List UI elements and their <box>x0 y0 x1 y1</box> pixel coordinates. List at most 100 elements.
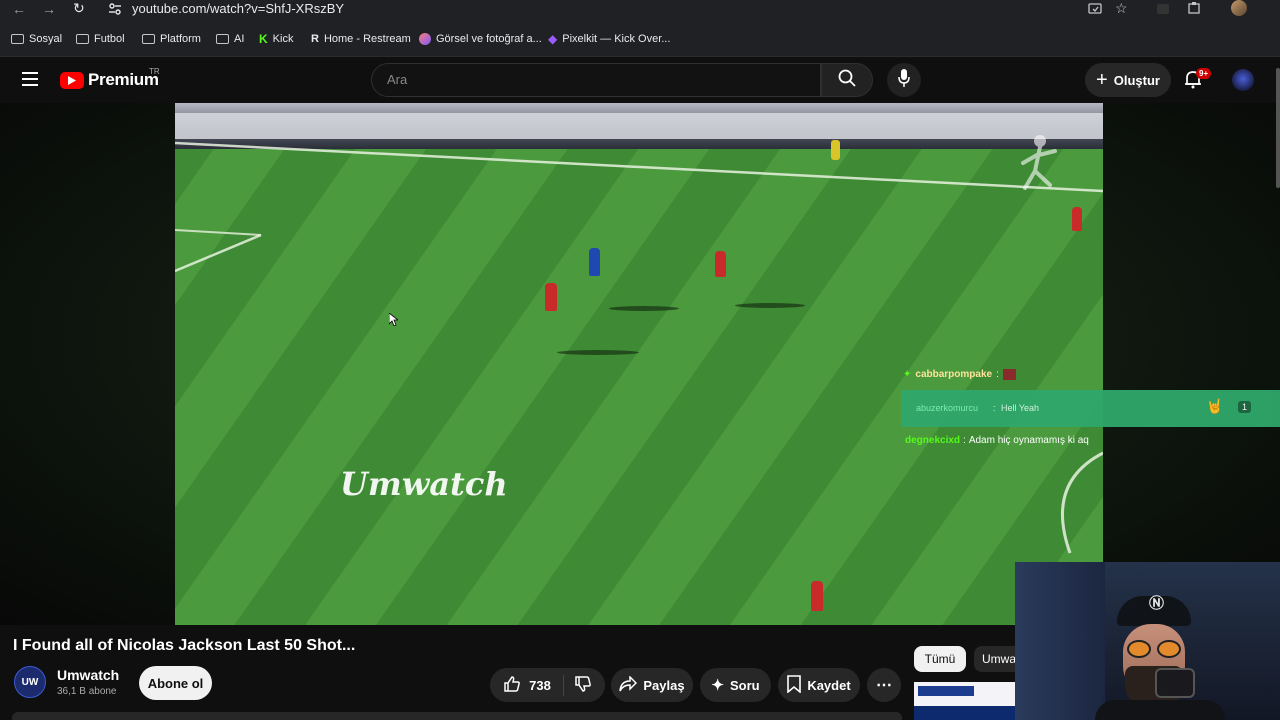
player-figure <box>545 283 557 311</box>
chat-username: degnekcixd <box>905 435 961 446</box>
chat-text: Hell Yeah <box>1001 403 1040 413</box>
extensions-puzzle-icon[interactable] <box>1187 1 1201 20</box>
bookmark-restream[interactable]: R Home - Restream <box>311 28 411 50</box>
page-scrollbar[interactable] <box>1276 68 1280 188</box>
voice-search-button[interactable] <box>887 63 921 97</box>
save-label: Kaydet <box>807 677 851 693</box>
pixelkit-icon: ◆ <box>548 32 558 46</box>
address-bar[interactable]: youtube.com/watch?v=ShfJ-XRszBY <box>132 1 344 16</box>
dislike-button[interactable] <box>570 675 592 696</box>
description-box[interactable] <box>12 712 902 720</box>
plus-icon: + <box>1096 69 1108 91</box>
ask-label: Soru <box>729 677 760 693</box>
folder-icon <box>142 34 155 44</box>
bookmark-label: Görsel ve fotoğraf a... <box>436 33 542 45</box>
chat-username: abuzerkomurcu <box>916 403 979 413</box>
emote-icon <box>1002 369 1016 380</box>
player-figure <box>589 248 600 276</box>
bookmark-label: AI <box>234 33 245 45</box>
bookmark-icon <box>787 674 802 696</box>
cap-logo-icon: Ⓝ <box>1149 595 1165 612</box>
extension-icon[interactable] <box>1157 4 1169 14</box>
message-count-badge: 1 <box>1238 401 1252 413</box>
player-figure <box>715 251 726 277</box>
region-code: TR <box>149 67 160 76</box>
youtube-play-icon <box>60 71 84 89</box>
search-button[interactable] <box>821 63 873 97</box>
like-dislike-group: 738 <box>490 668 605 702</box>
chat-text: Adam hiç oynamamış ki aq <box>968 435 1089 446</box>
search-icon <box>838 69 856 92</box>
channel-name[interactable]: Umwatch <box>57 667 119 683</box>
more-dots-icon: ⋯ <box>876 677 892 694</box>
thumbs-up-icon <box>503 675 521 696</box>
forward-icon[interactable]: → <box>42 1 56 17</box>
glasses-lens-icon <box>1157 640 1181 658</box>
player-figure <box>811 581 823 611</box>
create-button[interactable]: + Oluştur <box>1085 63 1171 97</box>
webcam-overlay: Ⓝ <box>1015 562 1280 720</box>
video-player[interactable]: Umwatch <box>175 103 1103 625</box>
thumbs-down-icon <box>574 675 592 696</box>
chat-separator: : <box>996 369 999 380</box>
channel-watermark-logo <box>995 133 1075 203</box>
chip-all[interactable]: Tümü <box>914 646 966 672</box>
thumbnail-logo <box>918 686 974 696</box>
pitch-lines <box>175 141 1103 554</box>
profile-avatar[interactable] <box>1231 0 1247 16</box>
bookmark-futbol[interactable]: Futbol <box>76 28 125 50</box>
youtube-logo[interactable]: Premium <box>60 70 159 90</box>
player-figure <box>1072 207 1082 231</box>
save-button[interactable]: Kaydet <box>778 668 860 702</box>
bookmark-label: Platform <box>160 33 201 45</box>
reload-icon[interactable]: ↻ <box>73 0 85 17</box>
glasses-lens-icon <box>1127 640 1151 658</box>
mouse-cursor-icon <box>388 312 400 331</box>
chat-separator: : <box>993 403 996 413</box>
folder-icon <box>11 34 24 44</box>
bookmark-label: Kick <box>272 33 294 45</box>
restream-icon: R <box>311 33 319 45</box>
overlay-chat-message: degnekcixd : Adam hiç oynamamış ki aq <box>905 435 1089 446</box>
menu-icon[interactable] <box>22 72 38 91</box>
overlay-chat-message: ✦ cabbarpompake : <box>903 369 1016 380</box>
player-shadow <box>557 350 639 355</box>
bookmark-label: Futbol <box>94 33 125 45</box>
webcam-shirt <box>1095 700 1225 720</box>
like-count: 738 <box>529 677 551 693</box>
subscriber-count: 36,1 B abone <box>57 686 117 697</box>
bookmark-label: Pixelkit — Kick Over... <box>562 33 671 45</box>
ask-button[interactable]: ✦ Soru <box>700 668 771 702</box>
microphone-icon <box>898 68 910 92</box>
bookmark-gorsel[interactable]: Görsel ve fotoğraf a... <box>419 28 542 50</box>
browser-toolbar: ← → ↻ youtube.com/watch?v=ShfJ-XRszBY ☆ <box>0 0 1280 22</box>
share-icon <box>619 674 638 695</box>
bookmark-platform[interactable]: Platform <box>142 28 201 50</box>
sparkle-icon: ✦ <box>711 677 724 694</box>
share-button[interactable]: Paylaş <box>611 668 693 702</box>
recommended-video-thumbnail[interactable] <box>914 682 1016 720</box>
account-avatar[interactable] <box>1232 69 1254 91</box>
subscribe-button[interactable]: Abone ol <box>139 666 212 700</box>
chat-username: cabbarpompake <box>915 369 993 380</box>
search-input[interactable]: Ara <box>371 63 821 97</box>
bookmark-ai[interactable]: AI <box>216 28 244 50</box>
bookmark-star-icon[interactable]: ☆ <box>1115 0 1128 17</box>
site-settings-icon[interactable] <box>108 2 122 16</box>
like-button[interactable]: 738 <box>503 674 564 696</box>
player-shadow <box>609 306 679 311</box>
bookmark-label: Home - Restream <box>323 33 411 45</box>
bookmarks-bar: Sosyal Futbol Platform AI K Kick R Home … <box>0 22 1280 57</box>
player-shadow <box>735 303 805 308</box>
back-icon[interactable]: ← <box>12 1 26 17</box>
webcam-background-wall <box>1015 562 1105 720</box>
create-label: Oluştur <box>1113 72 1160 88</box>
bookmark-sosyal[interactable]: Sosyal <box>11 28 62 50</box>
bookmark-kick[interactable]: K Kick <box>259 28 293 50</box>
folder-icon <box>76 34 89 44</box>
cast-icon[interactable] <box>1088 2 1102 21</box>
more-actions-button[interactable]: ⋯ <box>867 668 901 702</box>
channel-avatar[interactable]: UW <box>14 666 46 698</box>
bookmark-pixelkit[interactable]: ◆ Pixelkit — Kick Over... <box>548 28 670 50</box>
highlighted-chat-message: abuzerkomurcu : Hell Yeah 🤘 1 <box>901 390 1280 427</box>
